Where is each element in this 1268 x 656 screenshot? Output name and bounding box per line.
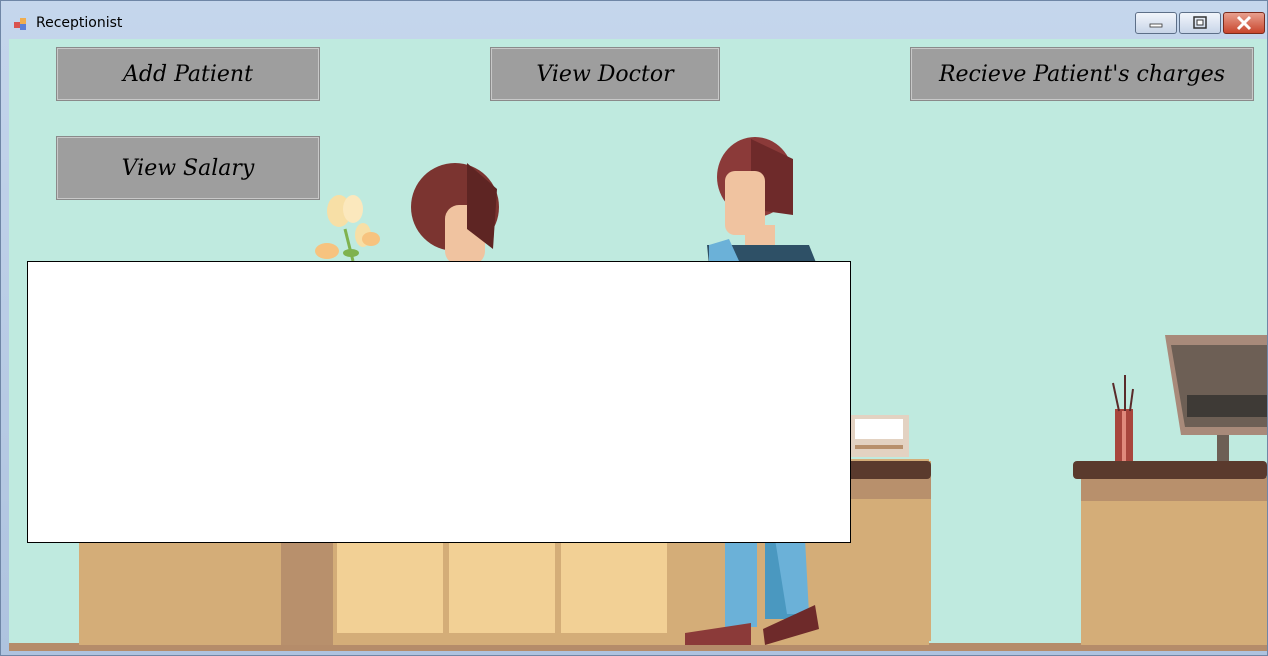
minimize-icon [1149, 23, 1163, 28]
maximize-button[interactable] [1179, 12, 1221, 34]
window-title: Receptionist [36, 15, 123, 31]
close-button[interactable] [1223, 12, 1265, 34]
content-panel[interactable] [27, 261, 851, 543]
flower-decoration [315, 195, 380, 262]
view-salary-button[interactable]: View Salary [56, 136, 320, 200]
maximize-icon [1193, 16, 1207, 29]
receptionist-figure [411, 163, 499, 265]
client-area: Add Patient View Doctor Recieve Patient'… [9, 39, 1267, 651]
title-bar[interactable]: Receptionist [1, 1, 1267, 39]
receptionist-window: Receptionist Add Patient View Doctor Rec… [0, 0, 1268, 656]
view-doctor-button[interactable]: View Doctor [490, 47, 720, 101]
add-patient-button[interactable]: Add Patient [56, 47, 320, 101]
minimize-button[interactable] [1135, 12, 1177, 34]
app-icon [14, 18, 26, 30]
close-icon [1236, 15, 1252, 31]
receive-patient-charges-button[interactable]: Recieve Patient's charges [910, 47, 1254, 101]
